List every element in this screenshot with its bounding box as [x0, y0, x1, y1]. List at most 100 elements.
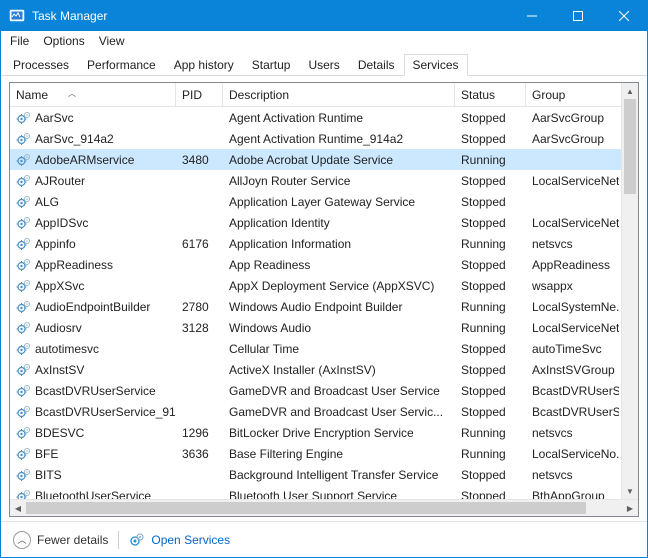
- tab-services[interactable]: Services: [404, 54, 468, 76]
- horizontal-scrollbar[interactable]: ◀ ▶: [10, 499, 638, 516]
- cell-group: autoTimeSvc: [526, 342, 619, 356]
- hscroll-thumb[interactable]: [26, 502, 586, 514]
- service-icon: [16, 215, 32, 231]
- tab-startup[interactable]: Startup: [243, 54, 300, 76]
- cell-group: AarSvcGroup: [526, 132, 619, 146]
- cell-status: Running: [455, 237, 526, 251]
- cell-name: AppXSvc: [10, 278, 176, 294]
- service-row[interactable]: ALGApplication Layer Gateway ServiceStop…: [10, 191, 621, 212]
- service-row[interactable]: Appinfo6176Application InformationRunnin…: [10, 233, 621, 254]
- cell-name: BcastDVRUserService_914a2: [10, 404, 176, 420]
- cell-group: netsvcs: [526, 237, 619, 251]
- service-row[interactable]: AdobeARMservice3480Adobe Acrobat Update …: [10, 149, 621, 170]
- service-row[interactable]: BITSBackground Intelligent Transfer Serv…: [10, 464, 621, 485]
- cell-group: BcastDVRUserS...: [526, 384, 619, 398]
- service-row[interactable]: AJRouterAllJoyn Router ServiceStoppedLoc…: [10, 170, 621, 191]
- service-row[interactable]: AppReadinessApp ReadinessStoppedAppReadi…: [10, 254, 621, 275]
- service-row[interactable]: Audiosrv3128Windows AudioRunningLocalSer…: [10, 317, 621, 338]
- cell-group: LocalServiceNet...: [526, 321, 619, 335]
- tab-details[interactable]: Details: [349, 54, 404, 76]
- cell-description: BitLocker Drive Encryption Service: [223, 426, 455, 440]
- cell-group: AppReadiness: [526, 258, 619, 272]
- cell-status: Stopped: [455, 216, 526, 230]
- cell-group: netsvcs: [526, 426, 619, 440]
- vertical-scrollbar[interactable]: ▲ ▼: [621, 83, 638, 499]
- cell-status: Running: [455, 321, 526, 335]
- service-icon: [16, 194, 32, 210]
- service-icon: [16, 425, 32, 441]
- cell-description: ActiveX Installer (AxInstSV): [223, 363, 455, 377]
- titlebar[interactable]: Task Manager: [1, 1, 647, 31]
- menu-options[interactable]: Options: [36, 33, 91, 49]
- tab-users[interactable]: Users: [299, 54, 348, 76]
- service-row[interactable]: autotimesvcCellular TimeStoppedautoTimeS…: [10, 338, 621, 359]
- service-icon: [16, 488, 32, 500]
- tab-app-history[interactable]: App history: [165, 54, 243, 76]
- header-pid[interactable]: PID: [176, 83, 223, 106]
- menu-view[interactable]: View: [92, 33, 132, 49]
- service-icon: [16, 362, 32, 378]
- cell-pid: 2780: [176, 300, 223, 314]
- header-name[interactable]: Name︿: [10, 83, 176, 106]
- tab-performance[interactable]: Performance: [78, 54, 165, 76]
- cell-status: Stopped: [455, 363, 526, 377]
- open-services-link[interactable]: Open Services: [129, 532, 230, 548]
- service-row[interactable]: BcastDVRUserServiceGameDVR and Broadcast…: [10, 380, 621, 401]
- close-button[interactable]: [601, 1, 647, 31]
- service-icon: [16, 467, 32, 483]
- cell-name: BcastDVRUserService: [10, 383, 176, 399]
- fewer-details-button[interactable]: ︿ Fewer details: [13, 531, 108, 549]
- cell-group: LocalServiceNo...: [526, 447, 619, 461]
- scroll-down-icon[interactable]: ▼: [622, 483, 638, 499]
- service-row[interactable]: AxInstSV ActiveX Installer (AxInstSV)Stop…: [10, 359, 621, 380]
- cell-status: Stopped: [455, 384, 526, 398]
- cell-description: Windows Audio Endpoint Builder: [223, 300, 455, 314]
- cell-group: AxInstSVGroup: [526, 363, 619, 377]
- cell-group: BthAppGroup: [526, 489, 619, 500]
- cell-name: AJRouter: [10, 173, 176, 189]
- maximize-button[interactable]: [555, 1, 601, 31]
- service-row[interactable]: AppIDSvcApplication IdentityStoppedLocal…: [10, 212, 621, 233]
- open-services-label: Open Services: [151, 533, 230, 547]
- scroll-up-icon[interactable]: ▲: [622, 83, 638, 99]
- gear-icon: [129, 532, 145, 548]
- minimize-button[interactable]: [509, 1, 555, 31]
- menubar: File Options View: [1, 31, 647, 51]
- scroll-left-icon[interactable]: ◀: [10, 500, 26, 516]
- menu-file[interactable]: File: [3, 33, 36, 49]
- window-buttons: [509, 1, 647, 31]
- service-row[interactable]: BDESVC1296BitLocker Drive Encryption Ser…: [10, 422, 621, 443]
- cell-group: netsvcs: [526, 468, 619, 482]
- cell-pid: 3636: [176, 447, 223, 461]
- cell-description: Windows Audio: [223, 321, 455, 335]
- cell-name: AarSvc: [10, 110, 176, 126]
- service-row[interactable]: AarSvcAgent Activation RuntimeStoppedAar…: [10, 107, 621, 128]
- service-row[interactable]: AarSvc_914a2Agent Activation Runtime_914…: [10, 128, 621, 149]
- service-icon: [16, 257, 32, 273]
- scroll-right-icon[interactable]: ▶: [622, 500, 638, 516]
- service-row[interactable]: AppXSvc AppX Deployment Service (AppXSVC)…: [10, 275, 621, 296]
- cell-group: LocalSystemNe...: [526, 300, 619, 314]
- cell-name: AppReadiness: [10, 257, 176, 273]
- content-area: Name︿ PID Description Status Group AarSv…: [1, 76, 647, 521]
- cell-name: BFE: [10, 446, 176, 462]
- cell-status: Stopped: [455, 195, 526, 209]
- cell-name: AdobeARMservice: [10, 152, 176, 168]
- cell-name: AppIDSvc: [10, 215, 176, 231]
- cell-name: AxInstSV: [10, 362, 176, 378]
- cell-description: AppX Deployment Service (AppXSVC): [223, 279, 455, 293]
- service-row[interactable]: BFE3636Base Filtering EngineRunningLocal…: [10, 443, 621, 464]
- tab-processes[interactable]: Processes: [4, 54, 78, 76]
- tabbar: ProcessesPerformanceApp historyStartupUs…: [1, 51, 647, 76]
- cell-group: AarSvcGroup: [526, 111, 619, 125]
- header-group[interactable]: Group: [526, 83, 619, 106]
- service-row[interactable]: AudioEndpointBuilder2780Windows Audio En…: [10, 296, 621, 317]
- cell-name: Audiosrv: [10, 320, 176, 336]
- service-row[interactable]: BcastDVRUserService_914a2GameDVR and Bro…: [10, 401, 621, 422]
- cell-status: Stopped: [455, 174, 526, 188]
- cell-description: Agent Activation Runtime_914a2: [223, 132, 455, 146]
- service-row[interactable]: BluetoothUserServiceBluetooth User Suppo…: [10, 485, 621, 499]
- header-status[interactable]: Status: [455, 83, 526, 106]
- scroll-thumb[interactable]: [624, 99, 636, 194]
- header-description[interactable]: Description: [223, 83, 455, 106]
